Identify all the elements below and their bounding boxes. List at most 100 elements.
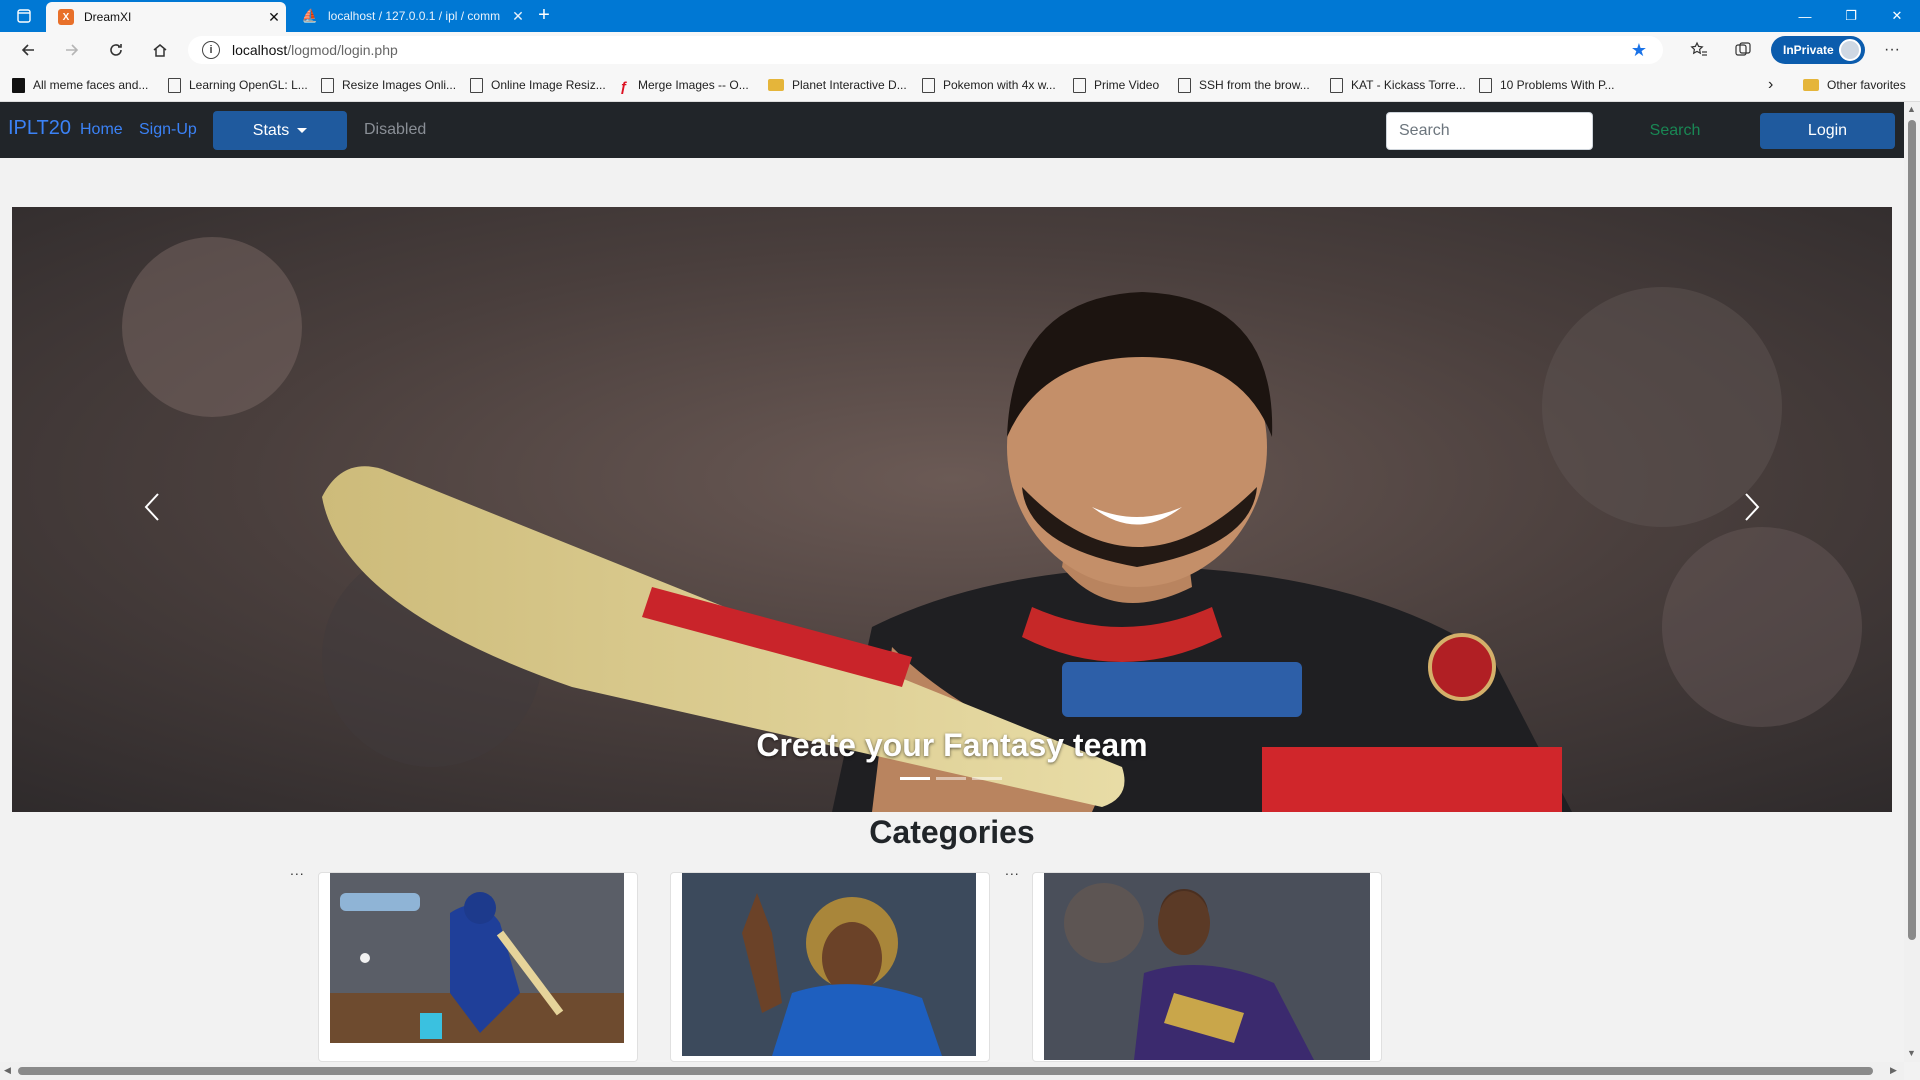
hero-carousel: Create your Fantasy team (12, 207, 1892, 812)
carousel-indicator[interactable] (972, 777, 1002, 780)
scroll-right-icon[interactable]: ▶ (1890, 1065, 1897, 1076)
carousel-indicators (900, 777, 1002, 780)
bookmark-item[interactable]: Learning OpenGL: L... (168, 68, 308, 102)
scroll-down-icon[interactable]: ▼ (1907, 1048, 1916, 1058)
home-icon[interactable] (144, 36, 176, 64)
bookmark-site-icon (12, 77, 25, 93)
page-viewport: IPLT20 Home Sign-Up Stats Disabled Searc… (0, 102, 1904, 1062)
carousel-indicator[interactable] (936, 777, 966, 780)
bookmark-label: Resize Images Onli... (342, 78, 457, 92)
bookmark-item[interactable]: Online Image Resiz... (470, 68, 606, 102)
nav-signup-link[interactable]: Sign-Up (139, 121, 197, 139)
bookmark-label: KAT - Kickass Torre... (1351, 78, 1466, 92)
bookmark-item[interactable]: Planet Interactive D... (768, 68, 907, 102)
more-bookmarks-chevron-icon[interactable]: › (1768, 68, 1773, 102)
bookmark-item[interactable]: KAT - Kickass Torre... (1330, 68, 1466, 102)
dots-text: ... (1005, 862, 1020, 878)
login-button[interactable]: Login (1760, 113, 1895, 149)
page-icon (922, 77, 935, 93)
page-icon (470, 77, 483, 93)
scroll-up-icon[interactable]: ▲ (1907, 104, 1916, 114)
favorites-icon[interactable] (1683, 36, 1715, 64)
tab-actions-icon[interactable] (8, 4, 40, 28)
close-window-icon[interactable]: ✕ (1874, 0, 1920, 32)
bookmark-item[interactable]: SSH from the brow... (1178, 68, 1310, 102)
bookmark-label: Online Image Resiz... (491, 78, 606, 92)
nav-disabled-link: Disabled (364, 121, 427, 138)
merge-images-icon: ƒ (620, 77, 628, 94)
address-bar[interactable]: i localhost/logmod/login.php ★ (188, 36, 1663, 64)
scroll-left-icon[interactable]: ◀ (4, 1065, 11, 1076)
nav-home-link[interactable]: Home (80, 121, 123, 139)
bookmark-item[interactable]: Resize Images Onli... (321, 68, 456, 102)
carousel-next-icon[interactable] (1712, 467, 1792, 547)
bookmark-item[interactable]: Prime Video (1073, 68, 1159, 102)
inprivate-label: InPrivate (1783, 43, 1834, 57)
inprivate-button[interactable]: InPrivate (1771, 36, 1865, 64)
page-icon (321, 77, 334, 93)
refresh-icon[interactable] (100, 36, 132, 64)
collections-icon[interactable] (1727, 36, 1759, 64)
vertical-scrollbar[interactable]: ▲ ▼ (1904, 102, 1920, 1062)
carousel-indicator[interactable] (900, 777, 930, 780)
new-tab-icon[interactable]: + (532, 4, 556, 28)
bookmark-label: Prime Video (1094, 78, 1160, 92)
carousel-slide-image (12, 207, 1892, 812)
categories-heading: Categories (869, 814, 1035, 850)
bookmark-label: Pokemon with 4x w... (943, 78, 1056, 92)
bookmarks-bar: All meme faces and... Learning OpenGL: L… (0, 68, 1920, 102)
bookmark-label: Planet Interactive D... (792, 78, 907, 92)
favorite-star-icon[interactable]: ★ (1631, 40, 1647, 61)
batsman-image (330, 873, 624, 1043)
carousel-prev-icon[interactable] (112, 467, 192, 547)
bookmark-item[interactable]: All meme faces and... (12, 68, 148, 102)
bookmark-item[interactable]: ƒ Merge Images -- O... (620, 68, 749, 102)
search-input[interactable] (1386, 112, 1593, 150)
vertical-scroll-thumb[interactable] (1908, 120, 1916, 940)
tab-dreamxi[interactable]: X DreamXI ✕ (46, 2, 286, 32)
horizontal-scroll-thumb[interactable] (18, 1067, 1873, 1075)
close-tab-icon[interactable]: ✕ (262, 9, 286, 26)
url-path: /logmod/login.php (287, 42, 398, 58)
xampp-favicon-icon: X (58, 9, 74, 25)
restore-icon[interactable]: ❐ (1828, 0, 1874, 32)
close-tab-icon[interactable]: ✕ (506, 8, 530, 25)
bookmark-item[interactable]: 10 Problems With P... (1479, 68, 1615, 102)
bookmark-label: Other favorites (1827, 78, 1906, 92)
folder-icon (768, 79, 784, 91)
tab-phpmyadmin[interactable]: ⛵ localhost / 127.0.0.1 / ipl / comm ✕ (290, 0, 530, 32)
forward-icon[interactable] (56, 36, 88, 64)
dots-text: ... (290, 862, 305, 878)
page-icon (1178, 77, 1191, 93)
back-icon[interactable] (12, 36, 44, 64)
horizontal-scrollbar[interactable]: ◀ ▶ (0, 1062, 1904, 1080)
page-icon (1073, 77, 1086, 93)
category-card-batsman[interactable] (318, 872, 638, 1062)
more-options-icon[interactable]: ··· (1876, 36, 1908, 64)
stats-label: Stats (252, 121, 290, 139)
bowler-image (682, 873, 976, 1056)
search-button[interactable]: Search (1640, 112, 1710, 150)
stats-dropdown-button[interactable]: Stats (213, 111, 347, 150)
browser-toolbar: i localhost/logmod/login.php ★ InPrivate… (0, 32, 1920, 68)
category-card-bowler[interactable] (670, 872, 990, 1062)
site-info-icon[interactable]: i (202, 41, 220, 59)
tab-title: DreamXI (84, 10, 132, 24)
bookmark-label: All meme faces and... (33, 78, 149, 92)
bookmark-label: 10 Problems With P... (1500, 78, 1615, 92)
browser-titlebar: X DreamXI ✕ ⛵ localhost / 127.0.0.1 / ip… (0, 0, 1920, 32)
folder-icon (1803, 79, 1819, 91)
bookmark-label: Merge Images -- O... (638, 78, 749, 92)
site-navbar: IPLT20 Home Sign-Up Stats Disabled Searc… (0, 102, 1904, 158)
brand-link[interactable]: IPLT20 (8, 117, 71, 140)
page-icon (1479, 77, 1492, 93)
other-favorites[interactable]: Other favorites (1803, 68, 1906, 102)
page-icon (168, 77, 181, 93)
bookmark-item[interactable]: Pokemon with 4x w... (922, 68, 1056, 102)
url-host: localhost (232, 42, 288, 58)
minimize-icon[interactable]: — (1782, 0, 1828, 32)
allrounder-image (1044, 873, 1370, 1060)
caret-down-icon (297, 128, 308, 133)
carousel-caption: Create your Fantasy team (756, 727, 1148, 763)
category-card-allrounder[interactable] (1032, 872, 1382, 1062)
